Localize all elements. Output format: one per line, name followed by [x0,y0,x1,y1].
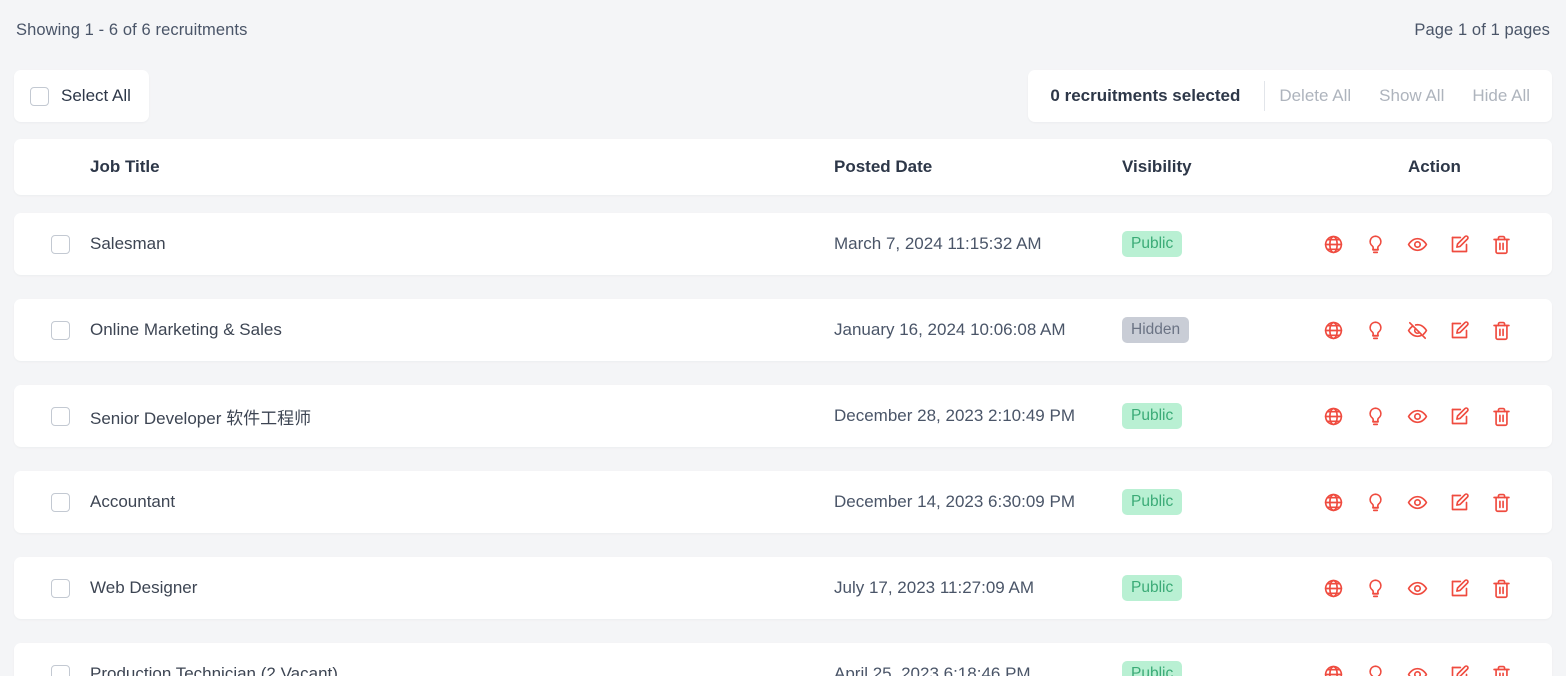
recruitments-table: Job Title Posted Date Visibility Action … [14,139,1552,676]
edit-icon[interactable] [1448,663,1470,676]
trash-icon[interactable] [1490,577,1512,599]
eye-icon[interactable] [1406,663,1428,676]
lightbulb-icon[interactable] [1364,319,1386,341]
row-checkbox[interactable] [51,492,70,512]
cell-posted-date: December 28, 2023 2:10:49 PM [834,406,1075,425]
selected-count-label: 0 recruitments selected [1050,86,1241,105]
table-row[interactable]: Salesman March 7, 2024 11:15:32 AM Public [14,213,1552,275]
status-badge: Public [1122,231,1183,257]
row-checkbox[interactable] [51,406,70,426]
globe-icon[interactable] [1322,319,1344,341]
globe-icon[interactable] [1322,663,1344,676]
globe-icon[interactable] [1322,233,1344,255]
row-checkbox-cell [14,320,90,340]
status-badge: Public [1122,489,1183,515]
cell-posted-date: December 14, 2023 6:30:09 PM [834,492,1075,511]
edit-icon[interactable] [1448,577,1470,599]
row-checkbox-cell [14,492,90,512]
globe-icon[interactable] [1322,577,1344,599]
row-checkbox-cell [14,578,90,598]
select-all-label: Select All [61,86,131,105]
results-meta-bar: Showing 1 - 6 of 6 recruitments Page 1 o… [0,0,1566,60]
globe-icon[interactable] [1322,405,1344,427]
recruitments-page: Showing 1 - 6 of 6 recruitments Page 1 o… [0,0,1566,676]
cell-actions [1322,663,1552,676]
table-row[interactable]: Accountant December 14, 2023 6:30:09 PM Pu… [14,471,1552,533]
row-checkbox[interactable] [51,234,70,254]
select-all-checkbox[interactable] [30,86,49,106]
eye-icon[interactable] [1406,405,1428,427]
show-all-button[interactable]: Show All [1365,86,1458,106]
row-checkbox-cell [14,664,90,676]
row-checkbox[interactable] [51,664,70,676]
status-badge: Public [1122,661,1183,676]
lightbulb-icon[interactable] [1364,405,1386,427]
table-row[interactable]: Online Marketing & Sales January 16, 2024… [14,299,1552,361]
cell-posted-date: March 7, 2024 11:15:32 AM [834,234,1042,253]
cell-actions [1322,577,1552,599]
eye-icon[interactable] [1406,577,1428,599]
table-row[interactable]: Production Technician (2 Vacant) April 25… [14,643,1552,676]
eye-icon[interactable] [1406,233,1428,255]
column-header-visibility: Visibility [1122,157,1192,176]
pagination-info-text: Page 1 of 1 pages [1414,20,1550,39]
table-body: Salesman March 7, 2024 11:15:32 AM Public O… [14,213,1552,676]
cell-visibility: Public [1122,489,1322,515]
cell-job-title: Production Technician (2 Vacant) [90,664,338,676]
cell-job-title: Senior Developer 软件工程师 [90,408,312,428]
table-header-row: Job Title Posted Date Visibility Action [14,139,1552,195]
trash-icon[interactable] [1490,319,1512,341]
cell-actions [1322,405,1552,427]
lightbulb-icon[interactable] [1364,577,1386,599]
lightbulb-icon[interactable] [1364,233,1386,255]
table-row[interactable]: Web Designer July 17, 2023 11:27:09 AM Pub… [14,557,1552,619]
edit-icon[interactable] [1448,233,1470,255]
cell-actions [1322,491,1552,513]
showing-count-text: Showing 1 - 6 of 6 recruitments [16,20,248,39]
cell-posted-date: January 16, 2024 10:06:08 AM [834,320,1066,339]
cell-job-title: Online Marketing & Sales [90,320,282,339]
cell-actions [1322,233,1552,255]
hide-all-button[interactable]: Hide All [1458,86,1530,106]
cell-actions [1322,319,1552,341]
status-badge: Public [1122,575,1183,601]
select-all-button[interactable]: Select All [14,70,149,122]
row-checkbox[interactable] [51,320,70,340]
cell-visibility: Public [1122,403,1322,429]
edit-icon[interactable] [1448,319,1470,341]
trash-icon[interactable] [1490,233,1512,255]
trash-icon[interactable] [1490,405,1512,427]
table-row[interactable]: Senior Developer 软件工程师 December 28, 2023 … [14,385,1552,447]
lightbulb-icon[interactable] [1364,491,1386,513]
delete-all-button[interactable]: Delete All [1265,86,1365,106]
cell-visibility: Public [1122,661,1322,676]
column-header-posted-date: Posted Date [834,157,933,176]
row-checkbox-cell [14,406,90,426]
lightbulb-icon[interactable] [1364,663,1386,676]
row-checkbox[interactable] [51,578,70,598]
edit-icon[interactable] [1448,405,1470,427]
bulk-toolbar-row: Select All 0 recruitments selected Delet… [0,70,1566,122]
column-header-job-title: Job Title [90,157,160,176]
column-header-action: Action [1408,157,1461,176]
cell-job-title: Accountant [90,492,176,511]
eye-icon[interactable] [1406,491,1428,513]
trash-icon[interactable] [1490,491,1512,513]
cell-posted-date: April 25, 2023 6:18:46 PM [834,664,1031,676]
globe-icon[interactable] [1322,491,1344,513]
status-badge: Hidden [1122,317,1190,343]
eye-off-icon[interactable] [1406,319,1428,341]
trash-icon[interactable] [1490,663,1512,676]
cell-job-title: Salesman [90,234,166,253]
cell-visibility: Public [1122,575,1322,601]
status-badge: Public [1122,403,1183,429]
cell-job-title: Web Designer [90,578,198,597]
cell-posted-date: July 17, 2023 11:27:09 AM [834,578,1035,597]
edit-icon[interactable] [1448,491,1470,513]
cell-visibility: Public [1122,231,1322,257]
row-checkbox-cell [14,234,90,254]
cell-visibility: Hidden [1122,317,1322,343]
bulk-actions-panel: 0 recruitments selected Delete All Show … [1028,70,1552,122]
